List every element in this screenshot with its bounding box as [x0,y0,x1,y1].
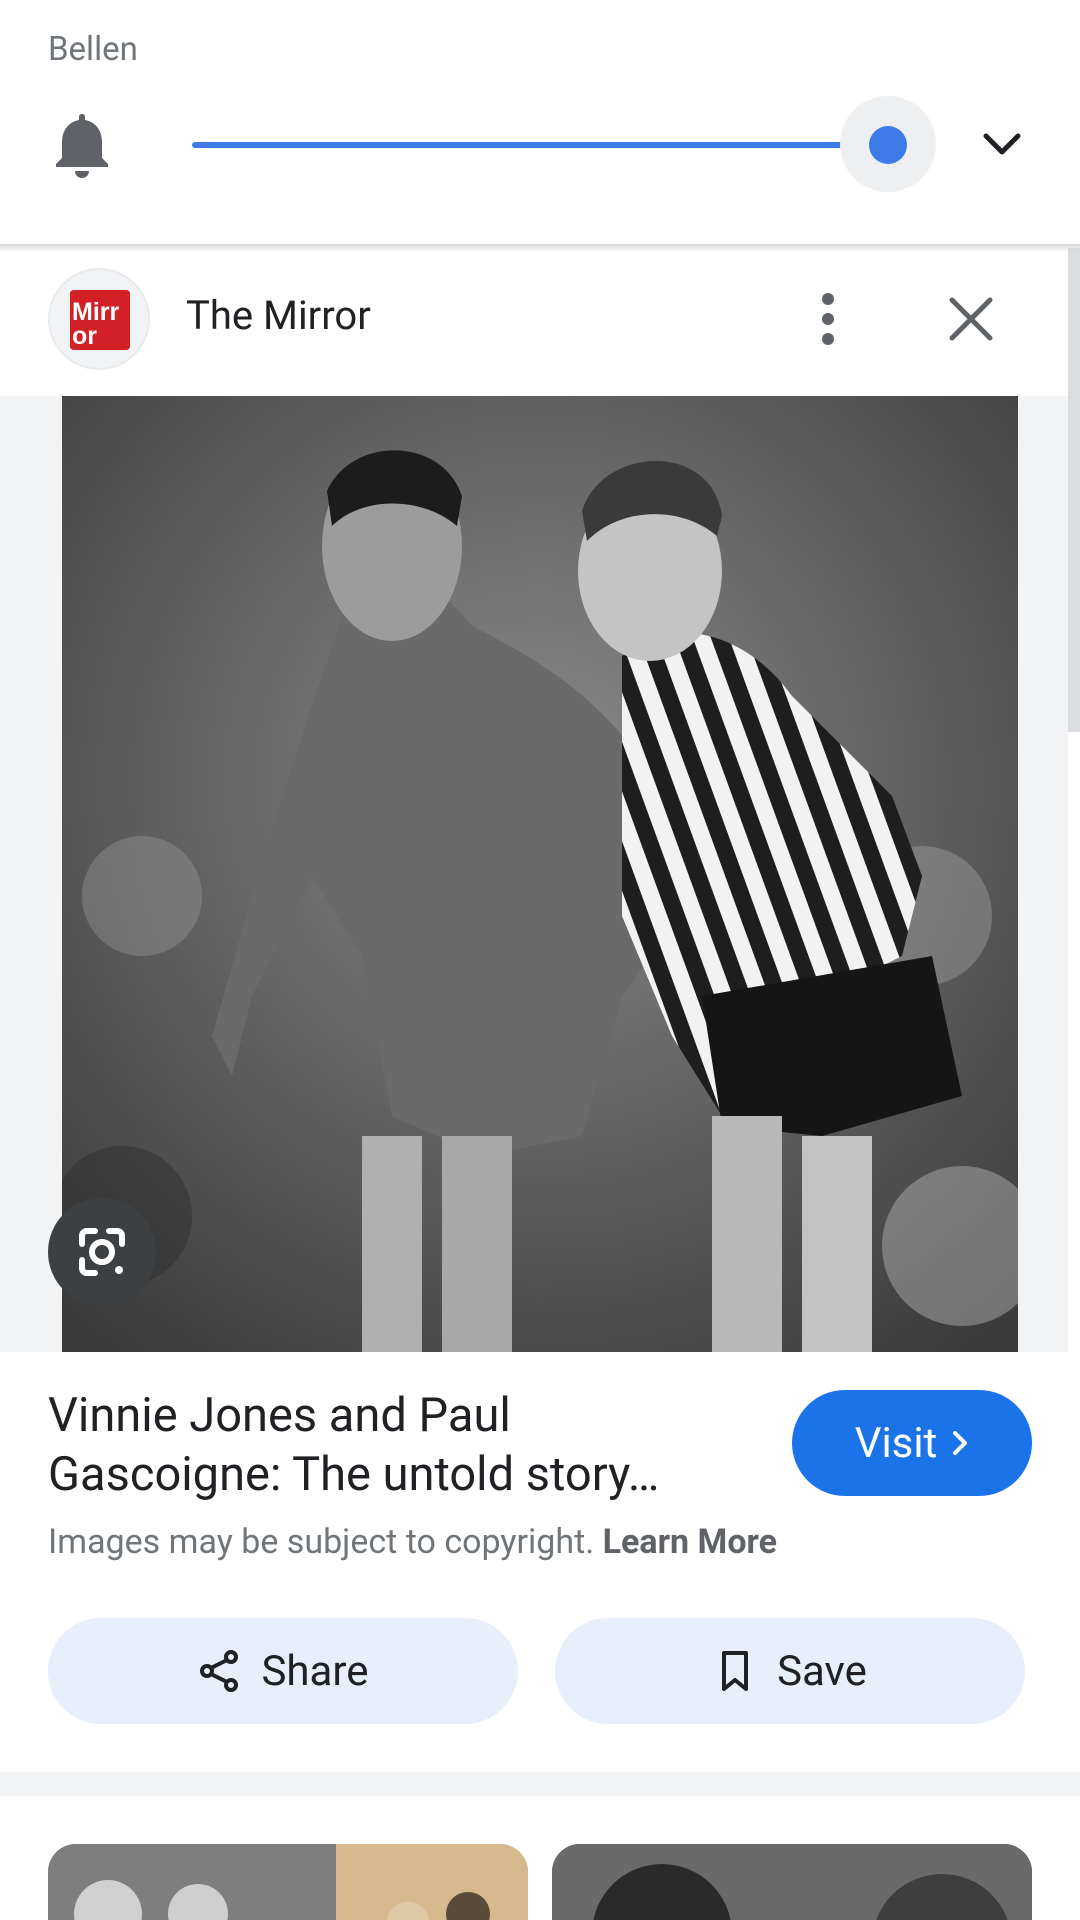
volume-panel: Bellen [0,0,1080,244]
volume-slider-thumb[interactable] [869,126,907,164]
scrollbar[interactable] [1068,248,1080,732]
save-button[interactable]: Save [555,1618,1025,1724]
google-lens-button[interactable] [48,1198,156,1306]
result-image[interactable] [62,396,1018,1352]
visit-label: Visit [854,1418,938,1468]
save-label: Save [777,1646,867,1696]
chevron-right-icon [953,1431,968,1455]
bell-icon[interactable] [52,110,112,178]
copyright-notice: Images may be subject to copyright. Lear… [48,1522,777,1562]
section-divider [0,1772,1080,1796]
chevron-down-icon[interactable] [980,128,1024,160]
bookmark-icon [722,1651,749,1691]
share-label: Share [261,1646,369,1696]
share-icon [200,1650,239,1692]
more-vert-icon[interactable] [816,292,840,346]
result-title[interactable]: Vinnie Jones and Paul Gascoigne: The unt… [48,1386,748,1504]
visit-button[interactable]: Visit [792,1390,1032,1496]
panel-shadow [0,244,1080,252]
svg-text:or: or [72,322,97,350]
volume-stream-label: Bellen [48,30,138,69]
mirror-logo-icon: Mirr or [70,290,130,350]
learn-more-link[interactable]: Learn More [603,1522,777,1562]
close-icon[interactable] [948,296,994,342]
share-button[interactable]: Share [48,1618,518,1724]
related-image-thumbnail[interactable] [48,1844,528,1920]
source-header [0,248,1068,396]
related-image-thumbnail[interactable] [552,1844,1032,1920]
source-name[interactable]: The Mirror [186,292,371,339]
google-lens-icon [79,1228,125,1276]
copyright-text: Images may be subject to copyright. [48,1522,595,1562]
source-logo[interactable]: Mirr or [48,268,150,370]
volume-slider-track[interactable] [192,142,888,148]
